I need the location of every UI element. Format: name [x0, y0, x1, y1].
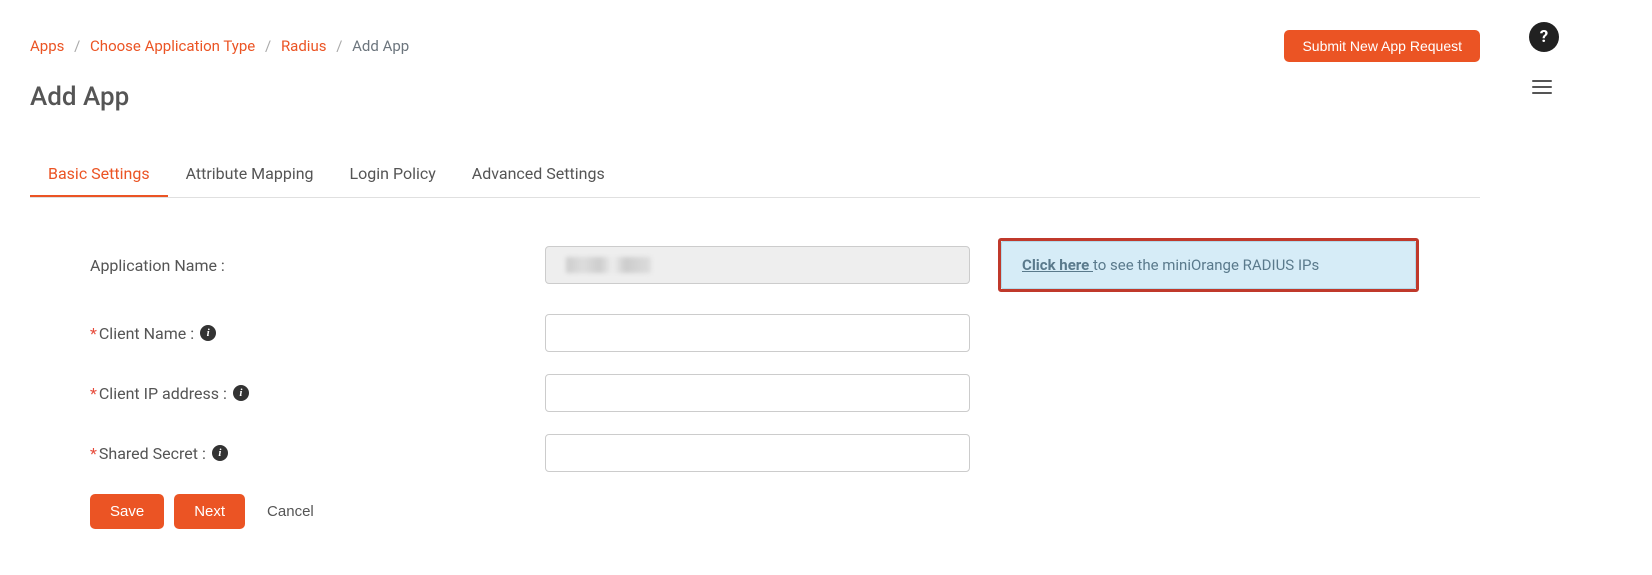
client-name-label: * Client Name : i — [90, 324, 545, 343]
breadcrumb-link-apps[interactable]: Apps — [30, 37, 64, 55]
breadcrumb-link-radius[interactable]: Radius — [281, 37, 327, 55]
breadcrumb-link-choose-type[interactable]: Choose Application Type — [90, 37, 255, 55]
shared-secret-input[interactable] — [545, 434, 970, 472]
required-marker: * — [90, 324, 97, 343]
required-marker: * — [90, 444, 97, 463]
save-button[interactable]: Save — [90, 494, 164, 529]
client-ip-input[interactable] — [545, 374, 970, 412]
tab-advanced-settings[interactable]: Advanced Settings — [454, 152, 623, 197]
page-title: Add App — [0, 72, 1510, 132]
click-here-link[interactable]: Click here — [1022, 256, 1093, 274]
redacted-app-name — [566, 257, 651, 273]
required-marker: * — [90, 384, 97, 403]
shared-secret-label: * Shared Secret : i — [90, 444, 545, 463]
breadcrumb-current: Add App — [352, 37, 409, 55]
info-icon[interactable]: i — [212, 445, 228, 461]
cancel-button[interactable]: Cancel — [255, 494, 326, 529]
radius-ip-info-highlight: Click here to see the miniOrange RADIUS … — [998, 238, 1419, 292]
breadcrumb-separator: / — [336, 37, 342, 55]
tab-attribute-mapping[interactable]: Attribute Mapping — [168, 152, 332, 197]
radius-ip-info-box: Click here to see the miniOrange RADIUS … — [1001, 241, 1416, 289]
submit-app-request-button[interactable]: Submit New App Request — [1284, 30, 1480, 62]
tab-basic-settings[interactable]: Basic Settings — [30, 152, 168, 197]
breadcrumb-separator: / — [265, 37, 271, 55]
info-icon[interactable]: i — [200, 325, 216, 341]
application-name-input[interactable] — [545, 246, 970, 284]
hamburger-menu-icon[interactable] — [1532, 76, 1554, 98]
client-ip-label: * Client IP address : i — [90, 384, 545, 403]
next-button[interactable]: Next — [174, 494, 245, 529]
breadcrumb: Apps / Choose Application Type / Radius … — [30, 37, 409, 55]
tab-login-policy[interactable]: Login Policy — [332, 152, 454, 197]
client-name-input[interactable] — [545, 314, 970, 352]
application-name-label: Application Name : — [90, 256, 545, 275]
breadcrumb-separator: / — [74, 37, 80, 55]
tabs-container: Basic Settings Attribute Mapping Login P… — [30, 152, 1480, 198]
info-icon[interactable]: i — [233, 385, 249, 401]
help-icon[interactable]: ? — [1529, 22, 1559, 52]
info-box-text: to see the miniOrange RADIUS IPs — [1093, 256, 1319, 274]
